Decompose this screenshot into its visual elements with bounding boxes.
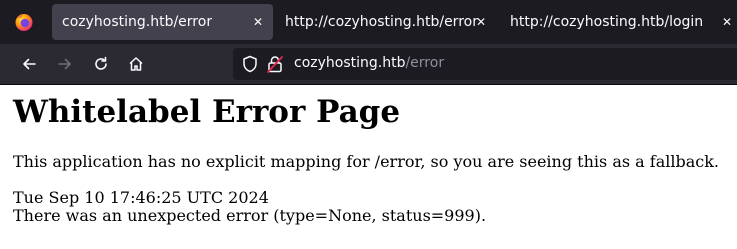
close-icon[interactable]: ✕ [249,13,267,31]
tab-error[interactable]: http://cozyhosting.htb/error ✕ [275,4,497,40]
firefox-icon [15,14,33,31]
tab-title: cozyhosting.htb/error [62,14,213,30]
home-icon [129,57,143,71]
reload-button[interactable] [87,50,115,78]
tab-title: http://cozyhosting.htb/error [285,14,478,30]
tab-bar: cozyhosting.htb/error ✕ http://cozyhosti… [0,0,737,44]
back-button[interactable] [15,50,43,78]
close-icon[interactable]: ✕ [718,13,736,31]
error-timestamp: Tue Sep 10 17:46:25 UTC 2024 [13,188,269,207]
tab-error-active[interactable]: cozyhosting.htb/error ✕ [52,4,273,40]
close-icon[interactable]: ✕ [472,13,490,31]
shield-icon[interactable] [241,55,259,73]
error-detail: There was an unexpected error (type=None… [13,206,487,225]
forward-button[interactable] [51,50,79,78]
reload-icon [95,56,107,70]
navigation-toolbar: cozyhosting.htb/error [0,44,737,85]
url-bar[interactable]: cozyhosting.htb/error [233,48,737,80]
insecure-lock-icon[interactable] [267,55,283,73]
url-path: /error [405,55,445,71]
url-text[interactable]: cozyhosting.htb/error [294,55,444,71]
error-message: This application has no explicit mapping… [13,152,719,171]
tab-title: http://cozyhosting.htb/login [510,14,704,30]
back-icon [23,58,36,70]
page-title: Whitelabel Error Page [13,94,401,130]
firefox-menu-button[interactable] [0,0,48,44]
home-button[interactable] [122,50,150,78]
forward-icon [58,58,71,70]
url-host: cozyhosting.htb [294,55,406,71]
tab-login[interactable]: http://cozyhosting.htb/login ✕ [500,4,737,40]
